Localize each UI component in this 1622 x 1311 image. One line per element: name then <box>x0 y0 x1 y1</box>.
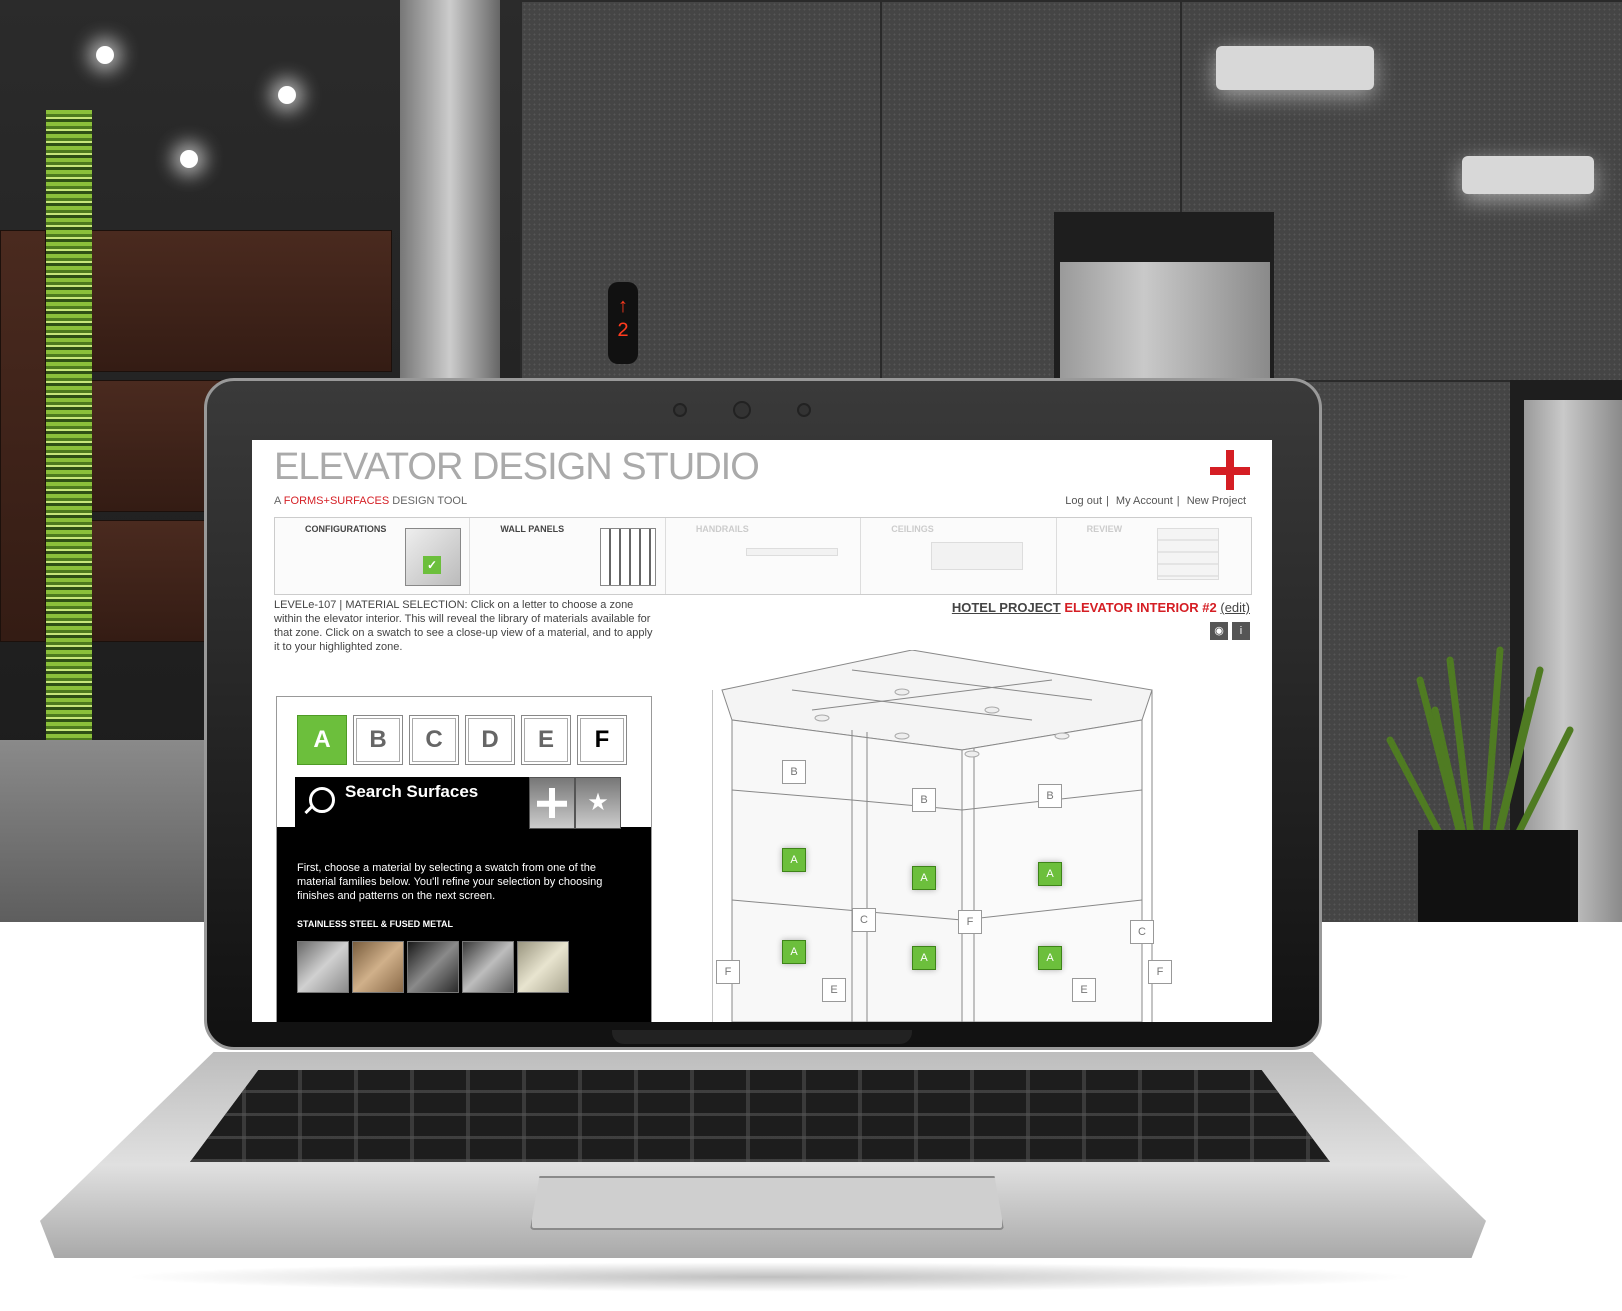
zone-e-button[interactable]: E <box>521 715 571 765</box>
zone-a-marker[interactable]: A <box>1038 946 1062 970</box>
forms-surfaces-logo-icon <box>537 788 567 818</box>
zone-a-marker[interactable]: A <box>782 848 806 872</box>
zone-c-marker[interactable]: C <box>1130 920 1154 944</box>
project-heading: HOTEL PROJECT ELEVATOR INTERIOR #2 (edit… <box>952 600 1250 615</box>
trackpad <box>530 1176 1004 1230</box>
camera-icon <box>733 401 751 419</box>
step-wall-panels[interactable]: WALL PANELS <box>470 518 666 594</box>
planter <box>1418 830 1578 922</box>
step-label: CEILINGS <box>891 524 934 534</box>
zone-f-marker[interactable]: F <box>958 910 982 934</box>
ceiling-light <box>278 86 296 104</box>
ceiling-thumbnail <box>931 542 1024 570</box>
sensor-icon <box>797 403 811 417</box>
zone-a-marker[interactable]: A <box>912 866 936 890</box>
category-heading: STAINLESS STEEL & FUSED METAL <box>297 919 454 929</box>
zone-a-marker[interactable]: A <box>782 940 806 964</box>
zone-e-marker[interactable]: E <box>1072 978 1096 1002</box>
zone-c-button[interactable]: C <box>409 715 459 765</box>
zone-f-marker[interactable]: F <box>716 960 740 984</box>
step-configurations[interactable]: CONFIGURATIONS ✓ <box>275 518 471 594</box>
material-swatch[interactable] <box>517 941 569 993</box>
step-navigation: CONFIGURATIONS ✓ WALL PANELS HANDRAILS C… <box>274 517 1252 595</box>
zone-b-button[interactable]: B <box>353 715 403 765</box>
up-arrow-icon: ↑ <box>616 296 629 319</box>
ceiling-light <box>96 46 114 64</box>
material-library: First, choose a material by selecting a … <box>277 827 651 1022</box>
step-label: WALL PANELS <box>500 524 565 534</box>
camera-icon[interactable]: ◉ <box>1210 622 1228 640</box>
brand-library-tab[interactable] <box>529 777 575 829</box>
material-swatch[interactable] <box>407 941 459 993</box>
ceiling-lamp <box>1462 156 1594 194</box>
zone-b-marker[interactable]: B <box>912 788 936 812</box>
material-panel: A B C D E F First, choose a material by … <box>276 696 652 1022</box>
step-handrails[interactable]: HANDRAILS <box>666 518 862 594</box>
elevator-diagram: B B B A A A A A A C C F F F E E <box>712 650 1232 1022</box>
floor-indicator: ↑ 2 <box>608 282 638 364</box>
review-thumbnail <box>1156 528 1219 580</box>
handrail-thumbnail <box>745 548 838 556</box>
subtitle-suffix: DESIGN TOOL <box>392 495 468 507</box>
search-label: Search Surfaces <box>345 782 479 801</box>
ceiling-lamp <box>1216 46 1374 90</box>
step-label: CONFIGURATIONS <box>305 524 387 534</box>
step-ceilings[interactable]: CEILINGS <box>861 518 1057 594</box>
my-account-link[interactable]: My Account <box>1112 495 1177 507</box>
brand-name: FORMS+SURFACES <box>283 495 390 507</box>
material-swatch[interactable] <box>462 941 514 993</box>
sensor-icon <box>673 403 687 417</box>
check-icon: ✓ <box>423 556 441 574</box>
zone-c-marker[interactable]: C <box>852 908 876 932</box>
favorites-tab[interactable]: ★ <box>575 777 621 829</box>
account-links: Log out | My Account | New Project <box>1061 495 1250 507</box>
zone-f-marker[interactable]: F <box>1148 960 1172 984</box>
keyboard-rows <box>190 1070 1330 1162</box>
star-icon: ★ <box>587 789 609 816</box>
app-subtitle: A FORMS+SURFACES DESIGN TOOL <box>274 495 467 507</box>
app-title: ELEVATOR DESIGN STUDIO <box>274 446 760 488</box>
ceiling-light <box>180 150 198 168</box>
zone-d-button[interactable]: D <box>465 715 515 765</box>
instructions: LEVELe-107 | MATERIAL SELECTION: Click o… <box>274 599 653 653</box>
step-label: HANDRAILS <box>695 524 749 534</box>
material-swatch[interactable] <box>352 941 404 993</box>
laptop-shadow <box>120 1262 1420 1292</box>
swatch-row <box>297 941 569 993</box>
search-surfaces-tab[interactable]: Search Surfaces <box>295 777 529 827</box>
floor-number: 2 <box>616 320 629 343</box>
zone-e-marker[interactable]: E <box>822 978 846 1002</box>
new-project-link[interactable]: New Project <box>1183 495 1250 507</box>
step-label: REVIEW <box>1086 524 1123 534</box>
logout-link[interactable]: Log out <box>1061 495 1106 507</box>
zone-b-marker[interactable]: B <box>1038 784 1062 808</box>
zone-a-marker[interactable]: A <box>1038 862 1062 886</box>
zone-f-button[interactable]: F <box>577 715 627 765</box>
zone-a-marker[interactable]: A <box>912 946 936 970</box>
glass-stripe-panel <box>46 110 92 830</box>
material-swatch[interactable] <box>297 941 349 993</box>
zone-selector: A B C D E F <box>297 715 627 765</box>
info-icon[interactable]: i <box>1232 622 1250 640</box>
hinge <box>612 1030 912 1044</box>
zone-b-marker[interactable]: B <box>782 760 806 784</box>
project-name: HOTEL PROJECT <box>951 600 1061 615</box>
wood-panel <box>0 230 46 642</box>
edit-link[interactable]: (edit) <box>1220 600 1250 615</box>
wall-panel <box>520 0 884 384</box>
search-icon <box>309 787 335 813</box>
zone-a-button[interactable]: A <box>297 715 347 765</box>
subtitle-prefix: A <box>274 495 281 507</box>
material-help-text: First, choose a material by selecting a … <box>297 862 603 902</box>
step-review[interactable]: REVIEW <box>1057 518 1251 594</box>
wall-panels-thumbnail <box>600 528 657 586</box>
wood-panel <box>90 230 392 372</box>
tool-icons: ◉ i <box>1210 622 1250 640</box>
app-screen: ELEVATOR DESIGN STUDIO A FORMS+SURFACES … <box>252 440 1272 1022</box>
interior-name: ELEVATOR INTERIOR #2 <box>1064 600 1217 615</box>
forms-surfaces-logo-icon <box>1210 450 1250 490</box>
elevator-door <box>1060 262 1270 392</box>
